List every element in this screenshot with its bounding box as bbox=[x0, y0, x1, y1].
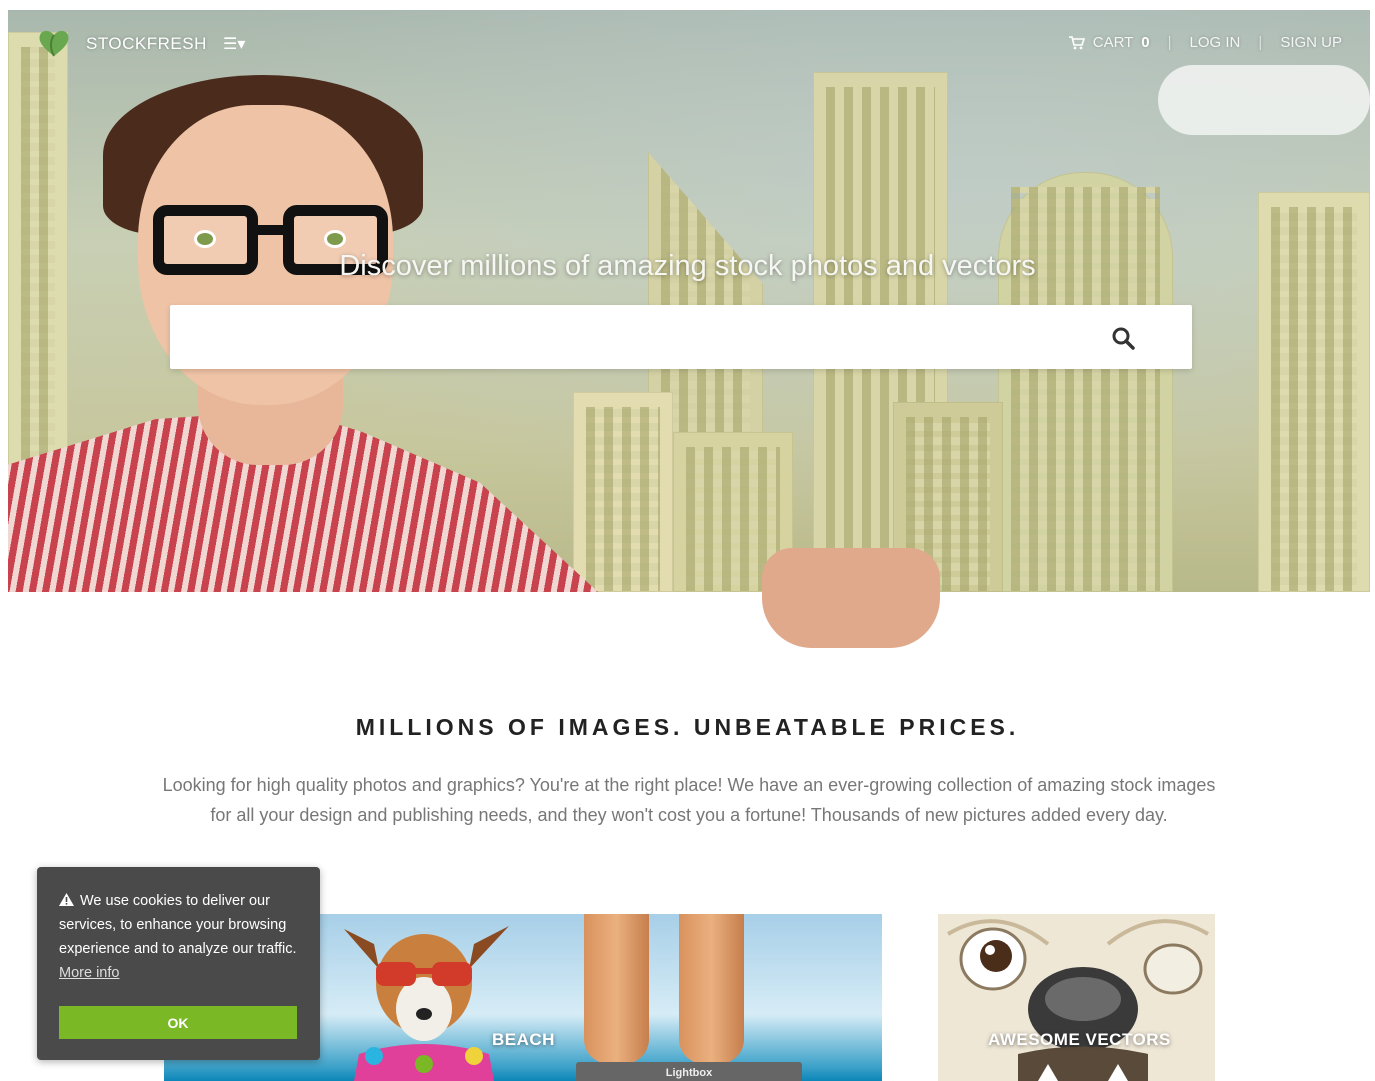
lightbox-tab[interactable]: Lightbox bbox=[576, 1062, 802, 1081]
cart-link[interactable]: CART 0 bbox=[1068, 34, 1150, 51]
tile-label-beach: BEACH bbox=[492, 1030, 555, 1049]
section-description: Looking for high quality photos and grap… bbox=[162, 775, 1216, 825]
section-title: MILLIONS OF IMAGES. UNBEATABLE PRICES. bbox=[355, 714, 1020, 740]
hero-hand bbox=[762, 548, 940, 648]
login-link[interactable]: LOG IN bbox=[1190, 34, 1241, 51]
cookie-more-info-link[interactable]: More info bbox=[59, 965, 119, 981]
brand-name[interactable]: STOCKFRESH bbox=[86, 34, 207, 54]
magnifier-icon[interactable] bbox=[1110, 325, 1136, 351]
cart-label: CART bbox=[1092, 34, 1134, 51]
hero-building bbox=[998, 172, 1173, 592]
hero-title: Discover millions of amazing stock photo… bbox=[339, 250, 1036, 282]
search-input[interactable] bbox=[170, 305, 1192, 369]
nav-separator: | bbox=[1258, 34, 1263, 51]
beach-legs-image bbox=[584, 914, 744, 1064]
stockfresh-logo-icon[interactable] bbox=[38, 29, 70, 57]
cookie-text: We use cookies to deliver our services, … bbox=[59, 889, 304, 985]
cookie-notice: We use cookies to deliver our services, … bbox=[37, 867, 320, 1060]
nav-right: CART 0 | LOG IN | SIGN UP bbox=[1068, 34, 1342, 51]
category-tile-vectors[interactable]: AWESOME VECTORS bbox=[938, 914, 1215, 1081]
cart-count: 0 bbox=[1141, 34, 1150, 51]
search-box bbox=[170, 305, 1192, 369]
cookie-message: We use cookies to deliver our services, … bbox=[59, 893, 297, 957]
signup-link[interactable]: SIGN UP bbox=[1280, 34, 1342, 51]
nav-separator: | bbox=[1167, 34, 1172, 51]
tile-label-vectors: AWESOME VECTORS bbox=[988, 1030, 1171, 1049]
hero-cloud bbox=[1158, 65, 1370, 135]
warning-icon bbox=[59, 893, 74, 906]
cart-icon bbox=[1068, 35, 1085, 49]
hero-man-figure bbox=[8, 10, 608, 592]
cookie-ok-button[interactable]: OK bbox=[59, 1006, 297, 1039]
beach-dog-image bbox=[344, 926, 509, 1081]
hamburger-icon[interactable]: ☰▾ bbox=[223, 34, 245, 54]
bulldog-vector-image bbox=[938, 914, 1215, 1081]
top-nav: STOCKFRESH ☰▾ CART 0 | LOG IN | SIGN UP bbox=[8, 24, 1370, 64]
hero-banner bbox=[8, 10, 1370, 592]
